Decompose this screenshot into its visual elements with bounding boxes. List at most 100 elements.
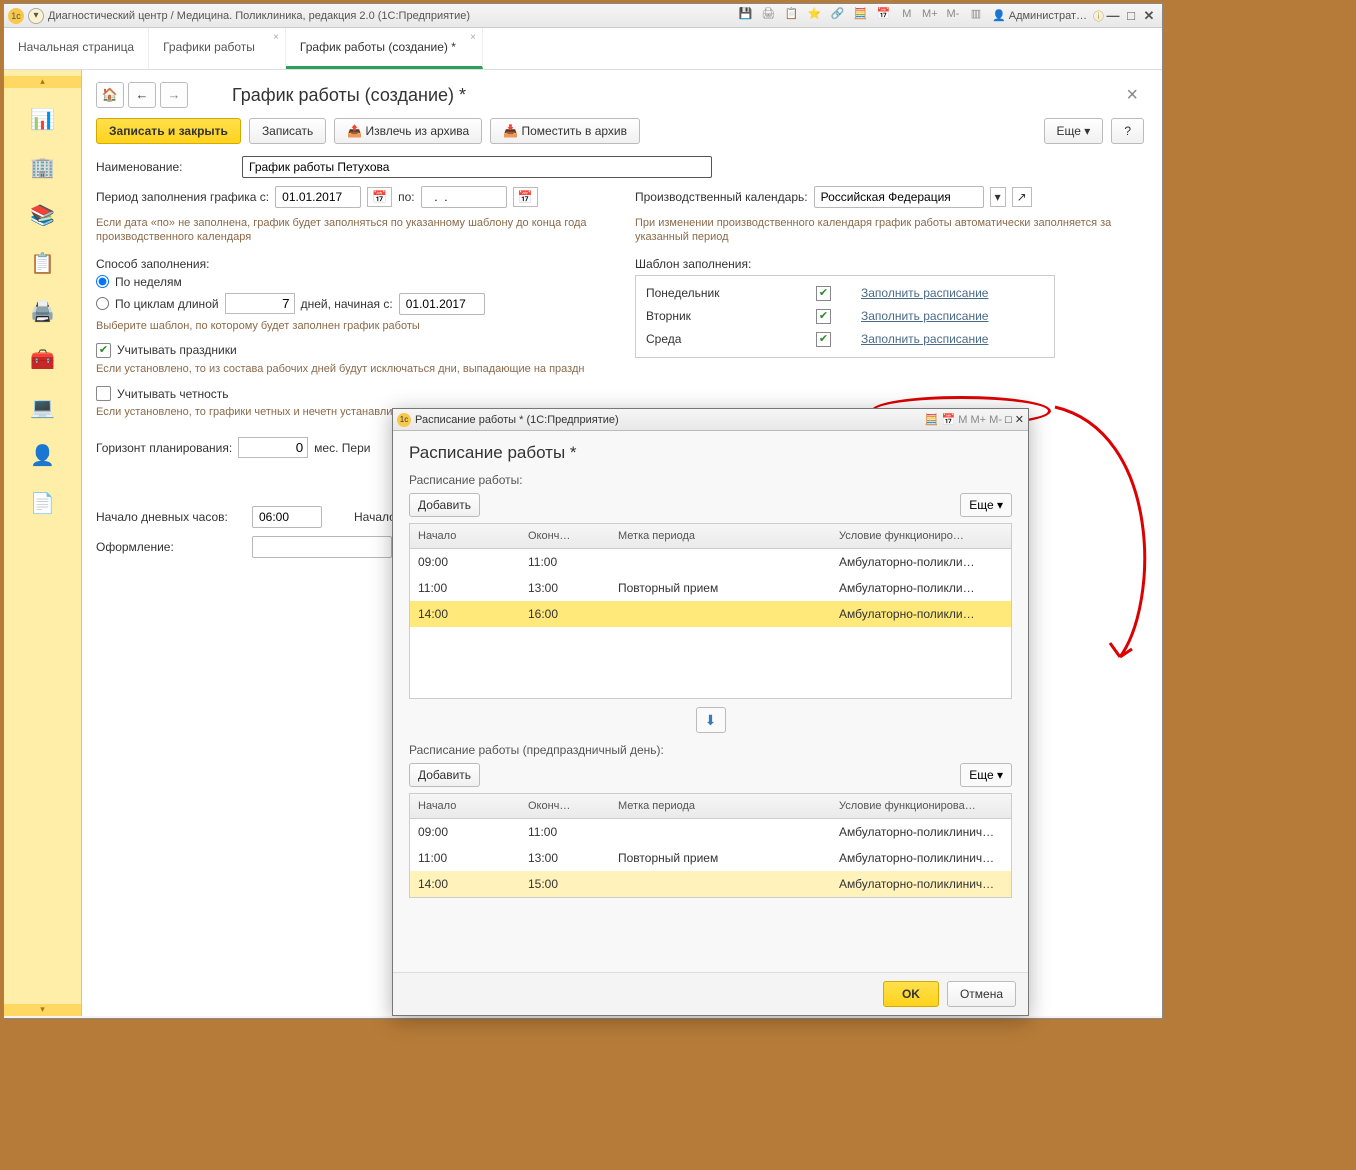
tab-start-page[interactable]: Начальная страница — [4, 28, 149, 69]
dialog-section2-label: Расписание работы (предпраздничный день)… — [409, 743, 1012, 757]
table-row[interactable]: 11:0013:00Повторный приемАмбулаторно-пол… — [410, 845, 1011, 871]
cycle-start-input[interactable] — [399, 293, 485, 315]
current-user[interactable]: 👤 Администрат… — [992, 9, 1087, 22]
calc-icon[interactable]: 🧮 — [852, 7, 870, 23]
table-row[interactable]: 11:0013:00Повторный приемАмбулаторно-пол… — [410, 575, 1011, 601]
day-monday: Понедельник — [646, 286, 816, 300]
dialog-close-button[interactable]: ✕ — [1015, 414, 1024, 426]
dialog-maximize-button[interactable]: □ — [1005, 414, 1012, 426]
sidebar-building-icon[interactable]: 🏢 — [25, 150, 61, 186]
fill-schedule-link-mon[interactable]: Заполнить расписание — [861, 286, 988, 300]
cancel-button[interactable]: Отмена — [947, 981, 1016, 1007]
cycle-days-label: дней, начиная с: — [301, 297, 393, 311]
extract-archive-button[interactable]: 📤 Извлечь из архива — [334, 118, 482, 144]
sidebar-cashier-icon[interactable]: 💻 — [25, 390, 61, 426]
daystart-input[interactable] — [252, 506, 322, 528]
radio-weekly-label: По неделям — [115, 275, 182, 289]
name-input[interactable] — [242, 156, 712, 178]
table-row[interactable]: 14:0015:00Амбулаторно-поликлинич… — [410, 871, 1011, 897]
radio-weekly[interactable] — [96, 275, 109, 288]
sidebar-person-icon[interactable]: 👤 — [25, 438, 61, 474]
calendar-picker-icon[interactable]: 📅 — [513, 187, 538, 207]
fill-schedule-link-tue[interactable]: Заполнить расписание — [861, 309, 988, 323]
horizon-unit: мес. Пери — [314, 441, 370, 455]
save-button[interactable]: Записать — [249, 118, 326, 144]
add-row-button-1[interactable]: Добавить — [409, 493, 480, 517]
sidebar-help-icon[interactable]: 📋 — [25, 246, 61, 282]
tab-schedule-create[interactable]: График работы (создание) *× — [286, 28, 483, 69]
day-tuesday: Вторник — [646, 309, 816, 323]
calendar-icon[interactable]: 📅 — [875, 7, 893, 23]
history-back-button[interactable]: ▾ — [28, 8, 44, 24]
table-row[interactable]: 14:0016:00Амбулаторно-поликли… — [410, 601, 1011, 627]
sidebar-chart-icon[interactable]: 📊 — [25, 102, 61, 138]
copy-icon[interactable]: 📋 — [782, 7, 800, 23]
fill-schedule-link-wed[interactable]: Заполнить расписание — [861, 332, 988, 346]
info-icon[interactable]: ⓘ — [1093, 8, 1104, 24]
sidebar-docs-icon[interactable]: 📄 — [25, 486, 61, 522]
print-icon[interactable]: 🖨 — [759, 7, 777, 23]
parity-checkbox[interactable] — [96, 386, 111, 401]
window-minimize-button[interactable]: — — [1104, 8, 1122, 23]
more-button-2[interactable]: Еще ▾ — [960, 763, 1012, 787]
save-icon[interactable]: 💾 — [736, 7, 754, 23]
copy-down-button[interactable]: ⬇ — [696, 707, 726, 733]
archive-button[interactable]: 📥 Поместить в архив — [490, 118, 640, 144]
horizon-input[interactable] — [238, 437, 308, 458]
m-minus-icon[interactable]: M- — [944, 8, 962, 24]
close-icon[interactable]: × — [470, 32, 476, 43]
save-and-close-button[interactable]: Записать и закрыть — [96, 118, 241, 144]
table-row[interactable]: 09:0011:00Амбулаторно-поликли… — [410, 549, 1011, 575]
star-icon[interactable]: ⭐ — [806, 7, 824, 23]
calendar-icon[interactable]: 📅 — [942, 414, 956, 426]
titlebar: 1c ▾ Диагностический центр / Медицина. П… — [4, 4, 1162, 28]
back-button[interactable]: ← — [128, 82, 156, 108]
m-icon[interactable]: M — [958, 414, 967, 426]
panel-icon[interactable]: ▥ — [967, 7, 985, 23]
tuesday-checkbox[interactable]: ✔ — [816, 309, 831, 324]
period-from-label: Период заполнения графика с: — [96, 190, 269, 204]
period-from-input[interactable] — [275, 186, 361, 208]
page-title: График работы (создание) * — [232, 85, 466, 106]
holidays-checkbox[interactable]: ✔ — [96, 343, 111, 358]
sidebar-collapse-bottom[interactable]: ▾ — [4, 1004, 81, 1016]
col-end: Оконч… — [520, 794, 610, 818]
calendar-picker-icon[interactable]: 📅 — [367, 187, 392, 207]
wednesday-checkbox[interactable]: ✔ — [816, 332, 831, 347]
help-button[interactable]: ? — [1111, 118, 1144, 144]
sidebar-printer-icon[interactable]: 🖨️ — [25, 294, 61, 330]
sidebar-books-icon[interactable]: 📚 — [25, 198, 61, 234]
m-minus-icon[interactable]: M- — [989, 414, 1002, 426]
design-input[interactable] — [252, 536, 392, 558]
monday-checkbox[interactable]: ✔ — [816, 286, 831, 301]
radio-cycle[interactable] — [96, 297, 109, 310]
more-button[interactable]: Еще ▾ — [1044, 118, 1104, 144]
ok-button[interactable]: OK — [883, 981, 939, 1007]
tab-schedules[interactable]: Графики работы× — [149, 28, 286, 69]
close-icon[interactable]: × — [273, 32, 279, 43]
period-to-input[interactable] — [421, 186, 507, 208]
m-plus-icon[interactable]: M+ — [971, 414, 987, 426]
sidebar-medkit-icon[interactable]: 🧰 — [25, 342, 61, 378]
col-start: Начало — [410, 794, 520, 818]
m-plus-icon[interactable]: M+ — [921, 8, 939, 24]
open-ref-icon[interactable]: ↗ — [1012, 187, 1032, 207]
more-button-1[interactable]: Еще ▾ — [960, 493, 1012, 517]
sidebar: ▴ 📊 🏢 📚 📋 🖨️ 🧰 💻 👤 📄 ▾ — [4, 70, 82, 1016]
table1-header: Начало Оконч… Метка периода Условие функ… — [409, 523, 1012, 549]
calc-icon[interactable]: 🧮 — [925, 414, 939, 426]
holidays-check-label: Учитывать праздники — [117, 343, 237, 357]
sidebar-collapse-top[interactable]: ▴ — [4, 76, 81, 88]
cycle-length-input[interactable] — [225, 293, 295, 314]
calendar-input[interactable] — [814, 186, 984, 208]
m-icon[interactable]: M — [898, 8, 916, 24]
close-page-button[interactable]: × — [1120, 84, 1144, 107]
table-row[interactable]: 09:0011:00Амбулаторно-поликлинич… — [410, 819, 1011, 845]
home-button[interactable]: 🏠 — [96, 82, 124, 108]
link-icon[interactable]: 🔗 — [829, 7, 847, 23]
add-row-button-2[interactable]: Добавить — [409, 763, 480, 787]
dropdown-icon[interactable]: ▾ — [990, 187, 1006, 207]
forward-button[interactable]: → — [160, 82, 188, 108]
window-close-button[interactable]: ✕ — [1140, 8, 1158, 24]
window-maximize-button[interactable]: □ — [1122, 8, 1140, 23]
